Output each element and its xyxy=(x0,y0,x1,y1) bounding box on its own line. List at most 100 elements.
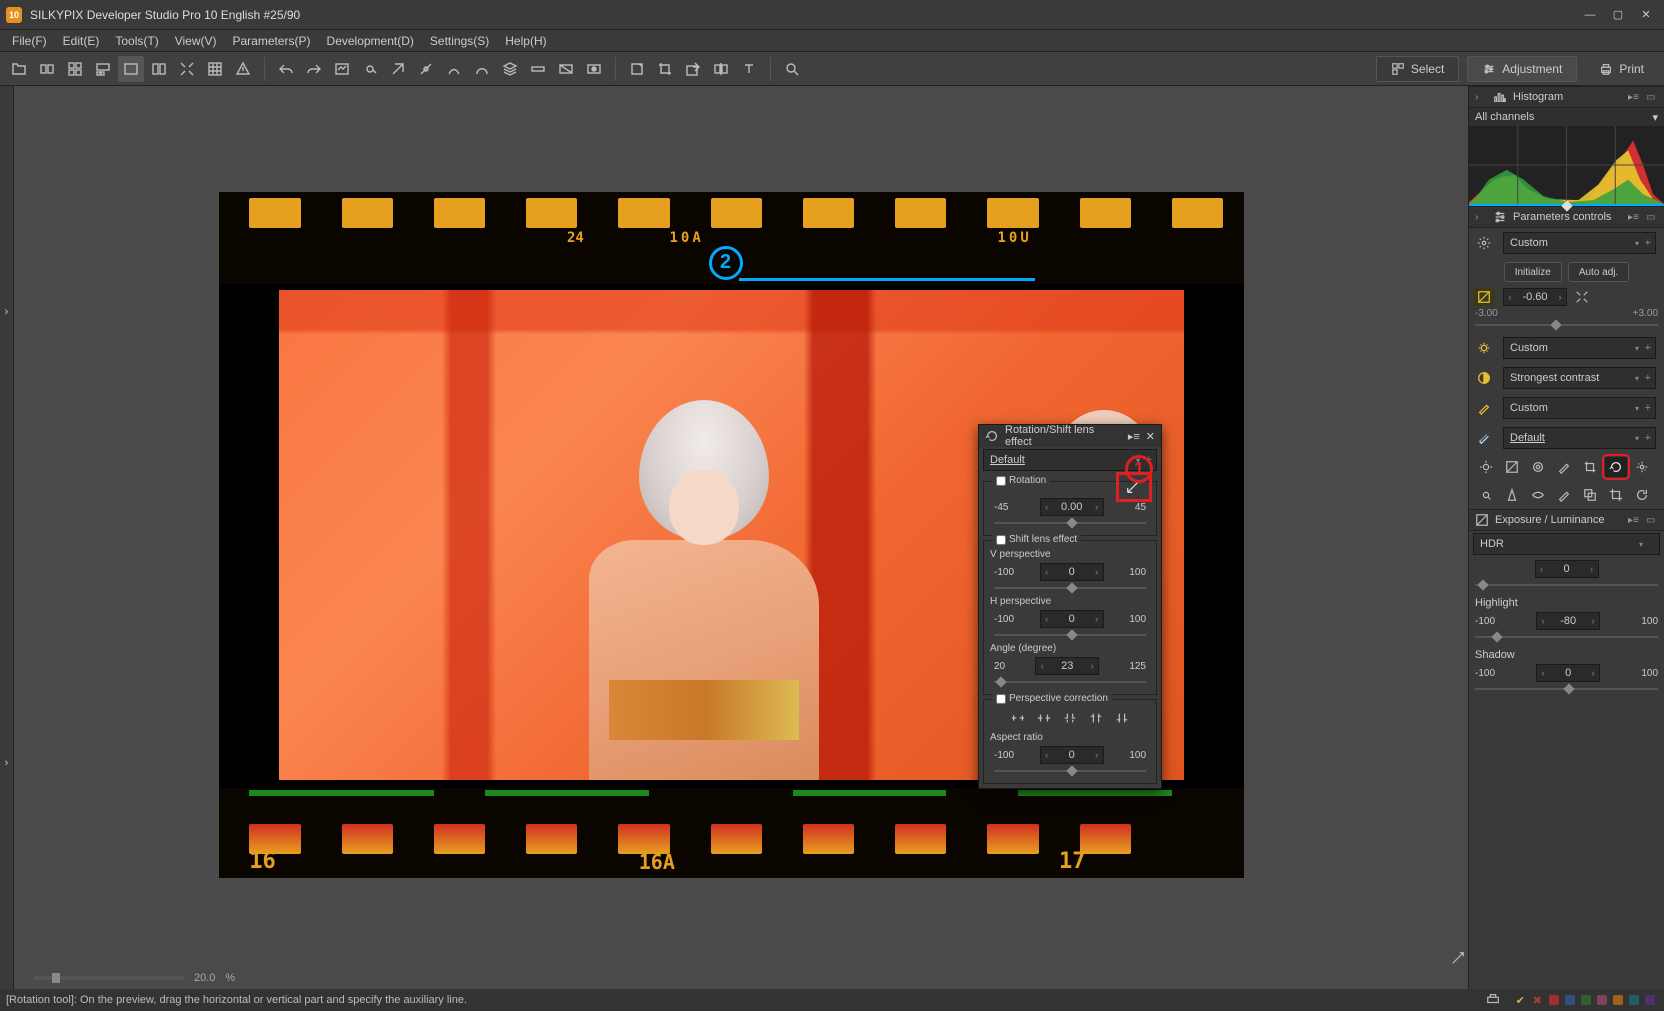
adj-refresh-icon[interactable] xyxy=(1631,485,1653,505)
pcorr-v2[interactable] xyxy=(1085,710,1107,726)
panel-expand[interactable]: › xyxy=(1475,212,1487,223)
adj-settings-icon[interactable] xyxy=(1631,457,1653,477)
tb-combi[interactable] xyxy=(90,56,116,82)
tb-layers[interactable] xyxy=(497,56,523,82)
panel-detach-icon[interactable]: ▭ xyxy=(1646,212,1658,223)
hpersp-input[interactable]: ‹0› xyxy=(1040,610,1104,628)
histogram-channel-select[interactable]: All channels▾ xyxy=(1469,108,1664,126)
panel-menu-icon[interactable]: ▸≡ xyxy=(1628,515,1640,526)
tb-thumb[interactable] xyxy=(34,56,60,82)
aspect-slider[interactable] xyxy=(994,767,1146,775)
shadow-slider[interactable] xyxy=(1475,685,1658,693)
tb-brush[interactable] xyxy=(525,56,551,82)
contrast-dropdown[interactable]: Strongest contrast+ xyxy=(1503,367,1656,389)
panel-menu-icon[interactable]: ▸≡ xyxy=(1628,212,1640,223)
adj-crop-icon[interactable] xyxy=(1579,457,1601,477)
adj-sun-icon[interactable] xyxy=(1475,457,1497,477)
panel-menu-icon[interactable]: ▸≡ xyxy=(1628,92,1640,103)
menu-development[interactable]: Development(D) xyxy=(319,32,422,50)
mode-adjustment[interactable]: Adjustment xyxy=(1467,56,1577,82)
tb-export[interactable] xyxy=(680,56,706,82)
tb-crop[interactable] xyxy=(652,56,678,82)
tb-gradient[interactable] xyxy=(553,56,579,82)
adj-sharp-icon[interactable] xyxy=(1501,485,1523,505)
mode-print[interactable]: Print xyxy=(1585,56,1658,82)
ev-reset-icon[interactable] xyxy=(1571,288,1593,306)
status-dot-blue[interactable] xyxy=(1565,995,1575,1005)
canvas-area[interactable]: 24 10A 10U 16 16A xyxy=(14,86,1468,989)
tb-warning[interactable] xyxy=(230,56,256,82)
rotation-value-input[interactable]: ‹0.00› xyxy=(1040,498,1104,516)
tb-compare[interactable] xyxy=(708,56,734,82)
ev-input[interactable]: ‹-0.60› xyxy=(1503,288,1567,306)
vpersp-slider[interactable] xyxy=(994,584,1146,592)
status-dot-green[interactable] xyxy=(1581,995,1591,1005)
panel-detach-icon[interactable]: ▭ xyxy=(1646,92,1658,103)
mode-select[interactable]: Select xyxy=(1376,56,1459,82)
navigator-toggle[interactable] xyxy=(1451,951,1465,965)
status-dot-orange[interactable] xyxy=(1613,995,1623,1005)
hdr-input[interactable]: ‹0› xyxy=(1535,560,1599,578)
highlight-input[interactable]: ‹-80› xyxy=(1536,612,1600,630)
angle-slider[interactable] xyxy=(994,678,1146,686)
status-dot-teal[interactable] xyxy=(1629,995,1639,1005)
panel-detach-icon[interactable]: ▭ xyxy=(1646,515,1658,526)
hdr-slider[interactable] xyxy=(1475,581,1658,589)
shadow-input[interactable]: ‹0› xyxy=(1536,664,1600,682)
rotation-panel[interactable]: Rotation/Shift lens effect ▸≡ ✕ Default+… xyxy=(978,424,1162,789)
adj-lens-icon[interactable] xyxy=(1527,457,1549,477)
tb-undo[interactable] xyxy=(273,56,299,82)
adj-crop2-icon[interactable] xyxy=(1605,485,1627,505)
close-button[interactable]: ✕ xyxy=(1634,5,1658,25)
color-dropdown[interactable]: Custom+ xyxy=(1503,397,1656,419)
maximize-button[interactable]: ▢ xyxy=(1606,5,1630,25)
status-dot-red[interactable] xyxy=(1549,995,1559,1005)
menu-settings[interactable]: Settings(S) xyxy=(422,32,497,50)
left-expand-bottom[interactable]: › xyxy=(0,538,13,990)
nr-dropdown[interactable]: Default+ xyxy=(1503,427,1656,449)
highlight-slider[interactable] xyxy=(1475,633,1658,641)
status-dot-pink[interactable] xyxy=(1597,995,1607,1005)
shift-enable-checkbox[interactable] xyxy=(996,535,1006,545)
vpersp-input[interactable]: ‹0› xyxy=(1040,563,1104,581)
autoadj-button[interactable]: Auto adj. xyxy=(1568,262,1629,282)
pcorr-h2[interactable] xyxy=(1033,710,1055,726)
rotation-slider[interactable] xyxy=(994,519,1146,527)
tb-browse[interactable] xyxy=(6,56,32,82)
status-icon[interactable] xyxy=(1486,992,1500,1009)
pcorr-v1[interactable] xyxy=(1059,710,1081,726)
wb-dropdown[interactable]: Custom+ xyxy=(1503,337,1656,359)
angle-input[interactable]: ‹23› xyxy=(1035,657,1099,675)
hpersp-slider[interactable] xyxy=(994,631,1146,639)
ev-slider[interactable] xyxy=(1475,321,1658,329)
menu-parameters[interactable]: Parameters(P) xyxy=(225,32,319,50)
adj-rotate-icon[interactable] xyxy=(1605,457,1627,477)
adj-pen-icon[interactable] xyxy=(1553,457,1575,477)
left-expand-top[interactable]: › xyxy=(0,86,13,538)
tb-mask[interactable] xyxy=(581,56,607,82)
zoom-slider[interactable] xyxy=(34,976,184,980)
tb-zoom[interactable] xyxy=(779,56,805,82)
adj-expo-icon[interactable] xyxy=(1501,457,1523,477)
status-check[interactable]: ✔ xyxy=(1516,994,1525,1007)
adj-fish-icon[interactable] xyxy=(1527,485,1549,505)
panel-menu-icon[interactable]: ▸≡ xyxy=(1128,430,1140,443)
minimize-button[interactable]: — xyxy=(1578,5,1602,25)
adj-clone-icon[interactable] xyxy=(1579,485,1601,505)
tb-fit[interactable] xyxy=(174,56,200,82)
tb-wb[interactable] xyxy=(385,56,411,82)
rotation-enable-checkbox[interactable] xyxy=(996,476,1006,486)
status-x[interactable]: ✖ xyxy=(1533,994,1542,1007)
tb-skin[interactable] xyxy=(441,56,467,82)
tb-gray[interactable] xyxy=(413,56,439,82)
pcorr-enable-checkbox[interactable] xyxy=(996,694,1006,704)
adj-spot-icon[interactable] xyxy=(1475,485,1497,505)
pcorr-v3[interactable] xyxy=(1111,710,1133,726)
tb-text[interactable] xyxy=(736,56,762,82)
menu-help[interactable]: Help(H) xyxy=(497,32,554,50)
tb-redo[interactable] xyxy=(301,56,327,82)
initialize-button[interactable]: Initialize xyxy=(1504,262,1562,282)
panel-expand[interactable]: › xyxy=(1475,92,1487,103)
tb-grid9[interactable] xyxy=(202,56,228,82)
status-dot-purple[interactable] xyxy=(1645,995,1655,1005)
